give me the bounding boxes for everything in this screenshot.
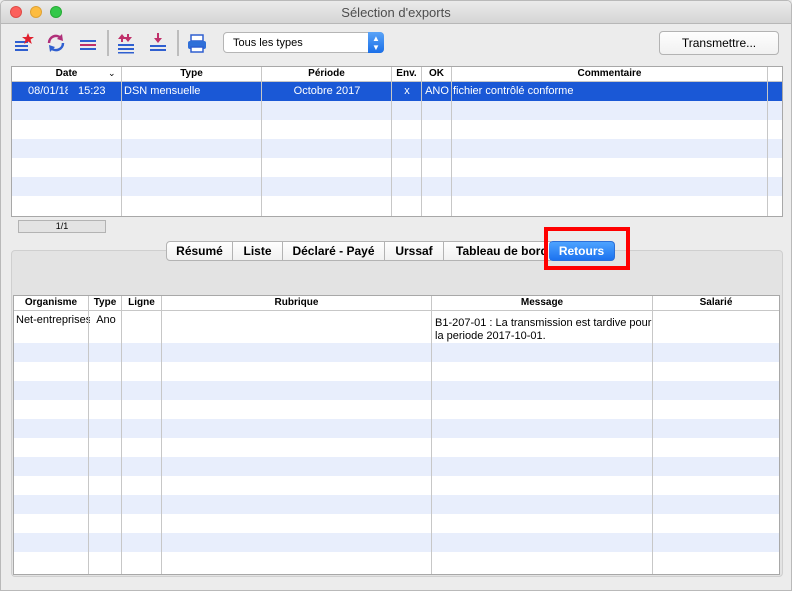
table-row: [12, 120, 782, 139]
return-message-line1: B1-207-01 : La transmission est tardive …: [435, 317, 652, 329]
column-divider: [451, 81, 452, 216]
table-row: [12, 158, 782, 177]
tab-resume[interactable]: Résumé: [166, 241, 233, 261]
exports-table: 08/01/18 15:23 DSN mensuelle Octobre 201…: [11, 66, 783, 217]
list-lines-icon[interactable]: [77, 32, 99, 54]
transmit-button[interactable]: Transmettre...: [659, 31, 779, 55]
column-header-message[interactable]: Message: [432, 296, 653, 310]
table-row: [14, 381, 779, 400]
toolbar-separator: [177, 30, 179, 56]
table-row: [14, 457, 779, 476]
table-row: [14, 343, 779, 362]
column-divider: [121, 310, 122, 574]
column-header-comment[interactable]: Commentaire: [452, 67, 768, 81]
column-divider: [652, 310, 653, 574]
column-header-period[interactable]: Période: [262, 67, 392, 81]
export-row-selected[interactable]: 08/01/18 15:23 DSN mensuelle Octobre 201…: [12, 82, 782, 101]
column-header-line[interactable]: Ligne: [122, 296, 162, 310]
refresh-icon[interactable]: [45, 32, 67, 54]
column-header-ok[interactable]: OK: [422, 67, 452, 81]
column-divider: [161, 310, 162, 574]
column-header-type[interactable]: Type: [89, 296, 122, 310]
column-header-sent[interactable]: Env.: [392, 67, 422, 81]
column-header-organism[interactable]: Organisme: [14, 296, 89, 310]
table-row: [12, 196, 782, 215]
download-icon[interactable]: [147, 32, 169, 54]
column-divider: [88, 310, 89, 574]
column-divider: [261, 81, 262, 216]
tab-tableau-de-bord[interactable]: Tableau de bord: [444, 241, 551, 261]
table-row: [14, 400, 779, 419]
type-filter-value: Tous les types: [233, 37, 303, 49]
column-header-type[interactable]: Type: [122, 67, 262, 81]
export-comment: fichier contrôlé conforme: [453, 85, 574, 97]
column-header-employee[interactable]: Salarié: [653, 296, 779, 310]
chevron-updown-icon: ▲ ▼: [368, 32, 384, 53]
table-row: [14, 476, 779, 495]
returns-table: Net-entreprises Ano B1-207-01 : La trans…: [13, 295, 780, 575]
print-icon[interactable]: [186, 32, 208, 54]
return-organism: Net-entreprises: [16, 314, 90, 326]
table-row: [14, 533, 779, 552]
table-row: [14, 419, 779, 438]
highlight-box: [544, 227, 630, 270]
table-row: [14, 552, 779, 571]
table-row: [12, 177, 782, 196]
tab-liste[interactable]: Liste: [233, 241, 283, 261]
table-row: [14, 438, 779, 457]
column-header-rubric[interactable]: Rubrique: [162, 296, 432, 310]
column-divider: [431, 310, 432, 574]
return-type: Ano: [96, 314, 116, 326]
column-header-label: Date: [55, 68, 78, 79]
tab-declare-paye[interactable]: Déclaré - Payé: [283, 241, 385, 261]
list-star-icon[interactable]: [13, 32, 35, 54]
window-title: Sélection d'exports: [341, 5, 451, 20]
table-row[interactable]: [14, 311, 779, 343]
table-row: [12, 101, 782, 120]
chevron-down-icon: ⌄: [108, 68, 116, 78]
title-bar: Sélection d'exports: [1, 1, 791, 24]
type-filter-select[interactable]: Tous les types ▲ ▼: [223, 32, 384, 53]
export-period: Octobre 2017: [293, 85, 361, 97]
export-ok: ANO: [425, 85, 449, 97]
exports-table-header: Date ⌄ Type Période Env. OK Commentaire: [12, 67, 782, 82]
column-header-date[interactable]: Date: [12, 67, 122, 81]
record-counter: 1/1: [18, 220, 106, 233]
export-date: 08/01/18: [28, 85, 68, 97]
column-divider: [121, 81, 122, 216]
export-time: 15:23: [78, 85, 106, 97]
column-divider: [391, 81, 392, 216]
export-sent: x: [404, 85, 410, 97]
column-divider: [767, 81, 768, 216]
export-selection-window: Sélection d'exports Tous les types ▲ ▼ Tr…: [0, 0, 792, 591]
returns-table-header: Organisme Type Ligne Rubrique Message Sa…: [14, 296, 779, 311]
table-row: [14, 362, 779, 381]
table-row: [12, 139, 782, 158]
tab-urssaf[interactable]: Urssaf: [385, 241, 444, 261]
return-message-line2: la periode 2017-10-01.: [435, 330, 546, 342]
table-row: [14, 495, 779, 514]
export-type: DSN mensuelle: [124, 85, 201, 97]
table-row: [14, 514, 779, 533]
toolbar-separator: [107, 30, 109, 56]
import-arrows-icon[interactable]: [115, 32, 137, 54]
column-divider: [421, 81, 422, 216]
